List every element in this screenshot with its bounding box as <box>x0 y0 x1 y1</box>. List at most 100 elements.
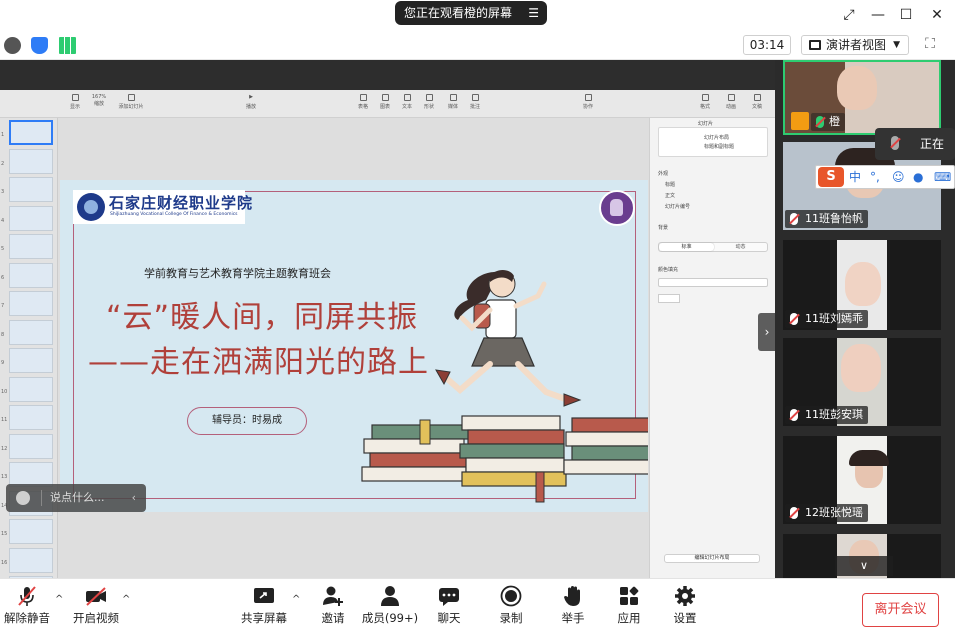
info-icon[interactable] <box>4 37 21 54</box>
layout-selector[interactable]: 幻灯片布局 标题和副标题 <box>658 127 768 157</box>
participant-tile-3[interactable]: 11班彭安琪 <box>783 338 941 426</box>
voice-icon[interactable]: ● <box>913 166 923 188</box>
participant-name-tag-0: 橙 <box>811 113 845 131</box>
slide-thumbnail[interactable] <box>9 376 53 402</box>
ime-mode[interactable]: 中 <box>849 166 861 188</box>
inspector-panel: 幻灯片 幻灯片布局 标题和副标题 外观 标题 正文 幻灯片编号 背景 标准 动态… <box>649 118 775 578</box>
settings-button[interactable]: 设置 <box>670 581 700 637</box>
slide-thumbnail[interactable] <box>9 177 53 202</box>
slide-thumbnail[interactable] <box>9 519 53 544</box>
layout-title: 幻灯片布局 <box>704 135 730 141</box>
view-mode-label: 演讲者视图 <box>826 38 887 52</box>
raise-hand-button[interactable]: 举手 <box>558 581 588 637</box>
start-video-button[interactable]: 开启视频 <box>72 581 120 637</box>
slide-thumbnail[interactable] <box>9 433 53 459</box>
runner-on-books-illustration <box>361 270 648 503</box>
pin-icon[interactable]: ⤢ <box>837 4 861 26</box>
logo-english-name: ShiJiazhuang Vocational College Of Finan… <box>110 212 238 217</box>
leave-meeting-button[interactable]: 离开会议 <box>862 593 939 627</box>
appearance-option-title[interactable]: 标题 <box>665 181 675 188</box>
apps-button[interactable]: 应用 <box>614 581 644 637</box>
record-icon <box>500 585 522 607</box>
kn-tool-animate[interactable]: 动画 <box>718 94 744 110</box>
participant-tile-4[interactable]: 12班张悦瑶 <box>783 436 941 524</box>
kn-tool-comment[interactable]: 批注 <box>462 94 488 110</box>
slide-thumbnail[interactable] <box>9 291 53 316</box>
kn-tool-shape[interactable]: 形状 <box>416 94 442 110</box>
members-icon <box>381 586 399 606</box>
kn-tool-zoom[interactable]: 167% 缩放 <box>86 94 112 107</box>
inspector-tab[interactable]: 幻灯片 <box>698 120 713 127</box>
view-mode-dropdown[interactable]: 演讲者视图 ▼ <box>801 35 909 55</box>
slide-thumbnail[interactable] <box>9 547 53 573</box>
chat-button[interactable]: 聊天 <box>434 581 464 637</box>
slide-thumbnail[interactable] <box>9 120 53 145</box>
background-label: 背景 <box>658 225 669 231</box>
background-tab-standard[interactable]: 标准 <box>659 243 714 251</box>
chat-separator <box>41 490 42 506</box>
fill-label: 颜色填充 <box>658 267 679 273</box>
slide-thumbnail[interactable] <box>9 405 53 430</box>
menu-icon[interactable]: ☰ <box>528 1 539 25</box>
fill-dropdown[interactable] <box>658 278 768 287</box>
share-options-chevron[interactable]: ^ <box>292 594 300 605</box>
members-button[interactable]: 成员(99+) <box>360 581 420 637</box>
invite-icon <box>323 586 343 606</box>
sogou-logo-icon[interactable]: S <box>818 167 844 187</box>
color-well[interactable] <box>658 294 680 303</box>
minimize-icon[interactable]: — <box>866 4 890 26</box>
close-icon[interactable]: ✕ <box>925 4 949 26</box>
kn-tool-view[interactable]: 显示 <box>62 94 88 110</box>
signal-icon[interactable] <box>59 37 76 54</box>
slide-thumbnail[interactable] <box>9 148 53 174</box>
chat-input-hint[interactable]: 说点什么... ‹ <box>6 484 146 512</box>
slide-thumbnail-number: 3 <box>1 189 5 195</box>
appearance-option-body[interactable]: 正文 <box>665 192 675 199</box>
kn-tool-document[interactable]: 文稿 <box>744 94 770 110</box>
kn-tool-collaborate[interactable]: 协作 <box>575 94 601 110</box>
smile-icon[interactable] <box>16 491 30 505</box>
chevron-left-icon[interactable]: ‹ <box>132 484 136 512</box>
share-screen-button[interactable]: 共享屏幕 <box>240 581 288 637</box>
slide-thumbnail[interactable] <box>9 262 53 288</box>
school-seal-icon <box>599 190 635 226</box>
slide-thumbnail[interactable] <box>9 319 53 345</box>
slide-thumbnail-number: 1 <box>1 132 5 138</box>
slide-thumbnail-number: 8 <box>1 331 5 338</box>
keyboard-icon[interactable]: ⌨ <box>934 166 951 188</box>
slide-thumbnail[interactable] <box>9 234 53 259</box>
raise-hand-icon <box>564 586 580 606</box>
shield-icon[interactable] <box>31 37 48 54</box>
slide-thumbnail-number: 2 <box>1 160 5 167</box>
kn-tool-add-slide[interactable]: 添加幻灯片 <box>118 94 144 110</box>
participant-tile-2[interactable]: 11班刘嫣乖 <box>783 240 941 330</box>
gallery-scroll-down[interactable]: ∨ <box>835 556 893 576</box>
slide-thumbnail-number: 11 <box>1 417 8 423</box>
background-segment[interactable]: 标准 动态 <box>658 242 768 252</box>
slide-thumbnail[interactable] <box>9 348 53 373</box>
kn-tool-format[interactable]: 格式 <box>692 94 718 110</box>
apps-icon <box>620 586 639 605</box>
slide-thumbnail[interactable] <box>9 205 53 231</box>
kn-tool-play[interactable]: ▶ 播放 <box>238 94 264 110</box>
maximize-icon[interactable]: ☐ <box>894 4 918 26</box>
chat-placeholder: 说点什么... <box>50 491 105 504</box>
invite-button[interactable]: 邀请 <box>316 581 350 637</box>
host-avatar-icon <box>791 112 809 130</box>
share-banner[interactable]: 您正在观看橙的屏幕 ☰ <box>395 1 547 25</box>
appearance-option-number[interactable]: 幻灯片编号 <box>665 203 690 210</box>
record-button[interactable]: 录制 <box>496 581 526 637</box>
emoji-icon[interactable]: ☺ <box>892 166 905 188</box>
participant-tile-0[interactable]: 橙 <box>783 60 941 135</box>
meeting-timer: 03:14 <box>743 35 791 55</box>
punctuation-icon[interactable]: °, <box>870 166 880 188</box>
background-tab-dynamic[interactable]: 动态 <box>714 243 767 251</box>
fullscreen-icon[interactable]: ⛶ <box>922 36 938 52</box>
video-options-chevron[interactable]: ^ <box>122 594 130 605</box>
unmute-button[interactable]: 解除静音 <box>4 581 50 637</box>
mic-icon <box>816 116 824 128</box>
ime-toolbar[interactable]: S 中 °, ☺ ● ⌨ <box>815 165 955 189</box>
edit-layout-button[interactable]: 编辑幻灯片布局 <box>664 554 760 563</box>
audio-options-chevron[interactable]: ^ <box>55 594 63 605</box>
gallery-collapse-toggle[interactable]: › <box>758 313 776 351</box>
